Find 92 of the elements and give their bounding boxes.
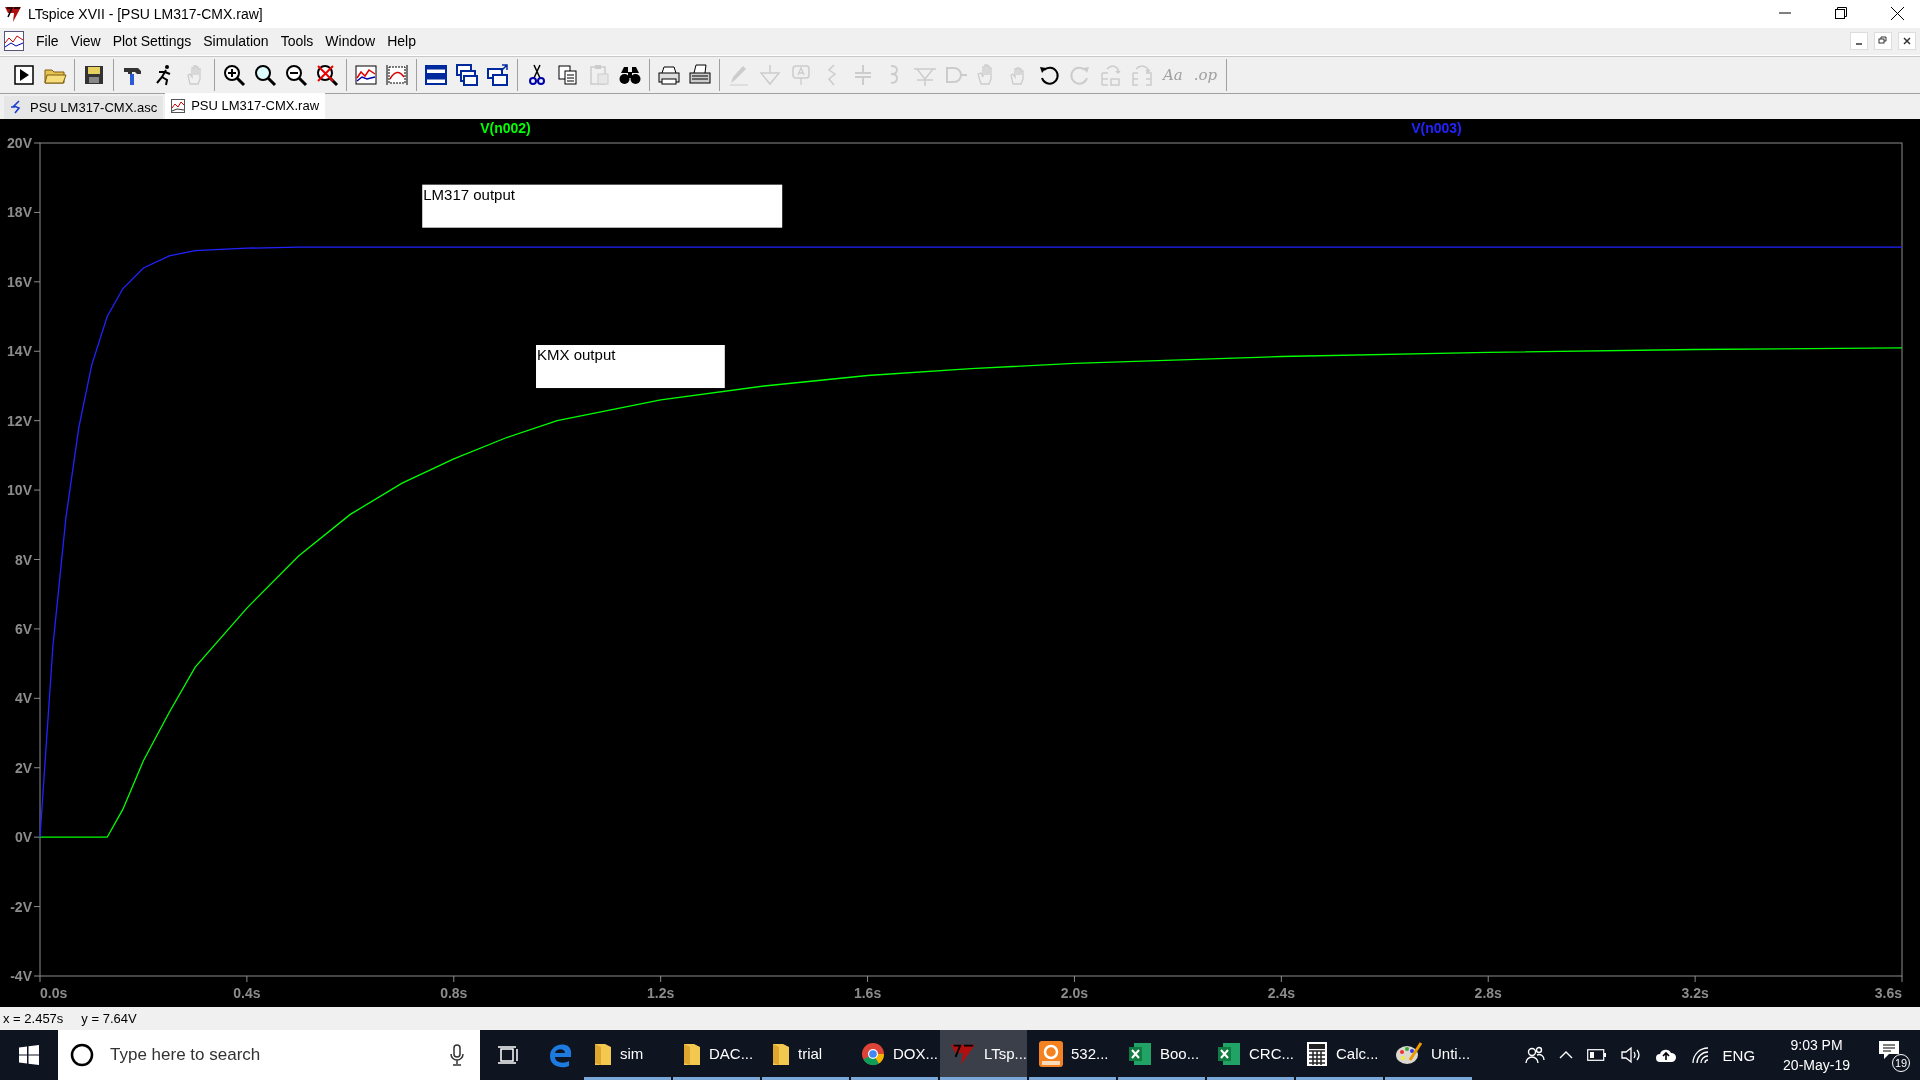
close-icon[interactable] (1891, 7, 1904, 21)
taskbar-app-button[interactable]: Calc... (1296, 1030, 1383, 1080)
speaker-icon[interactable] (1620, 1046, 1641, 1064)
zoom-in-icon[interactable] (222, 62, 246, 87)
x-tick-label: 0.8s (440, 984, 468, 1001)
printer-setup-icon[interactable] (688, 62, 712, 87)
minimize-icon[interactable] (1850, 32, 1868, 51)
cursor-y-reading: y = 7.64V (81, 1011, 137, 1026)
ltspice-logo-icon (4, 4, 22, 23)
taskbar-app-button[interactable]: 532... (1029, 1030, 1116, 1080)
zoom-cancel-icon[interactable] (315, 62, 339, 87)
x-tick-label: 2.4s (1267, 984, 1295, 1001)
y-tick-label: 20V (7, 134, 32, 151)
notification-count: 19 (1892, 1054, 1910, 1072)
zoom-icon[interactable] (253, 62, 277, 87)
y-tick-label: 12V (7, 412, 32, 429)
taskbar-app-button[interactable]: trial (762, 1030, 849, 1080)
tile-windows-icon[interactable] (424, 62, 448, 87)
annotation-text: LM317 output (423, 185, 515, 203)
calculator-icon (1306, 1040, 1328, 1067)
y-tick-label: -2V (10, 898, 32, 915)
y-tick-label: 6V (14, 620, 32, 637)
window-title: LTspice XVII - [PSU LM317-CMX.raw] (28, 5, 263, 22)
taskbar-app-button[interactable]: LTsp... (940, 1030, 1027, 1080)
search-box[interactable]: Type here to search (58, 1030, 480, 1080)
cloud-upload-icon[interactable] (1654, 1047, 1677, 1063)
zoom-out-icon[interactable] (284, 62, 308, 87)
windows-logo-icon[interactable] (19, 1045, 39, 1065)
y-tick-label: 18V (7, 204, 32, 221)
taskbar-app-button[interactable]: CRC... (1207, 1030, 1294, 1080)
search-icon (70, 1043, 94, 1067)
notification-icon[interactable] (1878, 1040, 1900, 1060)
taskbar-app-button[interactable]: sim (584, 1030, 671, 1080)
y-tick-label: 0V (14, 829, 32, 845)
x-tick-label: 2.8s (1474, 984, 1502, 1001)
folder-icon (772, 1041, 790, 1066)
run-icon[interactable] (12, 62, 36, 87)
x-tick-label: 3.6s (1874, 984, 1902, 1001)
restore-icon[interactable] (1835, 7, 1847, 20)
browser-e-icon[interactable] (548, 1042, 574, 1068)
taskbar-app-button[interactable]: DOX... (851, 1030, 938, 1080)
palette-icon (1395, 1041, 1423, 1066)
trace-label[interactable]: V(n002) (480, 119, 531, 136)
waveform-icon (171, 98, 186, 113)
taskbar-app-button[interactable]: Boo... (1118, 1030, 1205, 1080)
y-tick-label: 16V (7, 273, 32, 290)
x-tick-label: 2.0s (1060, 984, 1089, 1001)
waveform-icon (4, 31, 24, 52)
y-tick-label: 8V (14, 551, 32, 568)
task-view-icon[interactable] (498, 1045, 520, 1065)
menu-item[interactable]: Window (319, 33, 382, 50)
cursor-x-reading: x = 2.457s (3, 1011, 64, 1026)
y-tick-label: 4V (14, 690, 32, 707)
x-tick-label: 0.4s (233, 984, 261, 1001)
taskbar-app-button[interactable]: Unti... (1385, 1030, 1472, 1080)
menu-item[interactable]: Plot Settings (106, 33, 198, 50)
cascade-windows-icon[interactable] (455, 62, 479, 87)
x-tick-label: 1.6s (853, 984, 882, 1001)
people-icon[interactable] (1524, 1046, 1545, 1064)
document-tab[interactable]: PSU LM317-CMX.raw (165, 92, 326, 119)
wifi-icon[interactable] (1690, 1046, 1709, 1064)
y-tick-label: -4V (10, 967, 32, 984)
folder-icon (683, 1041, 701, 1066)
menu-item[interactable]: Simulation (197, 33, 275, 50)
pdf-icon (1039, 1040, 1063, 1067)
spreadsheet-icon (1128, 1041, 1152, 1066)
y-tick-label: 10V (7, 481, 32, 498)
menu-item[interactable]: View (64, 33, 107, 50)
battery-icon[interactable] (1586, 1049, 1607, 1061)
search-field[interactable]: Type here to search (108, 1044, 436, 1066)
chevron-up-icon[interactable] (1558, 1051, 1573, 1059)
folder-icon (594, 1041, 612, 1066)
waveform-icon[interactable] (354, 62, 378, 87)
arrange-windows-icon[interactable] (486, 62, 510, 87)
clock[interactable]: 9:03 PM 20-May-19 (1783, 1035, 1850, 1075)
microphone-icon[interactable] (450, 1044, 464, 1066)
x-tick-label: 0.0s (40, 984, 68, 1001)
y-tick-label: 2V (14, 759, 32, 776)
document-tab[interactable]: PSU LM317-CMX.asc (4, 95, 164, 119)
menu-item[interactable]: File (30, 33, 65, 50)
input-language[interactable]: ENG (1722, 1046, 1756, 1064)
taskbar-app-button[interactable]: DAC... (673, 1030, 760, 1080)
y-tick-label: 14V (7, 343, 32, 360)
spreadsheet-icon (1217, 1041, 1241, 1066)
x-tick-label: 1.2s (647, 984, 675, 1001)
chrome-logo-icon (861, 1041, 885, 1066)
menu-item[interactable]: Tools (274, 33, 320, 50)
menu-item[interactable]: Help (381, 33, 422, 50)
annotation-text: KMX output (537, 345, 616, 363)
x-tick-label: 3.2s (1681, 984, 1709, 1001)
autorange-icon[interactable] (385, 62, 409, 87)
copy-icon[interactable] (556, 62, 580, 87)
